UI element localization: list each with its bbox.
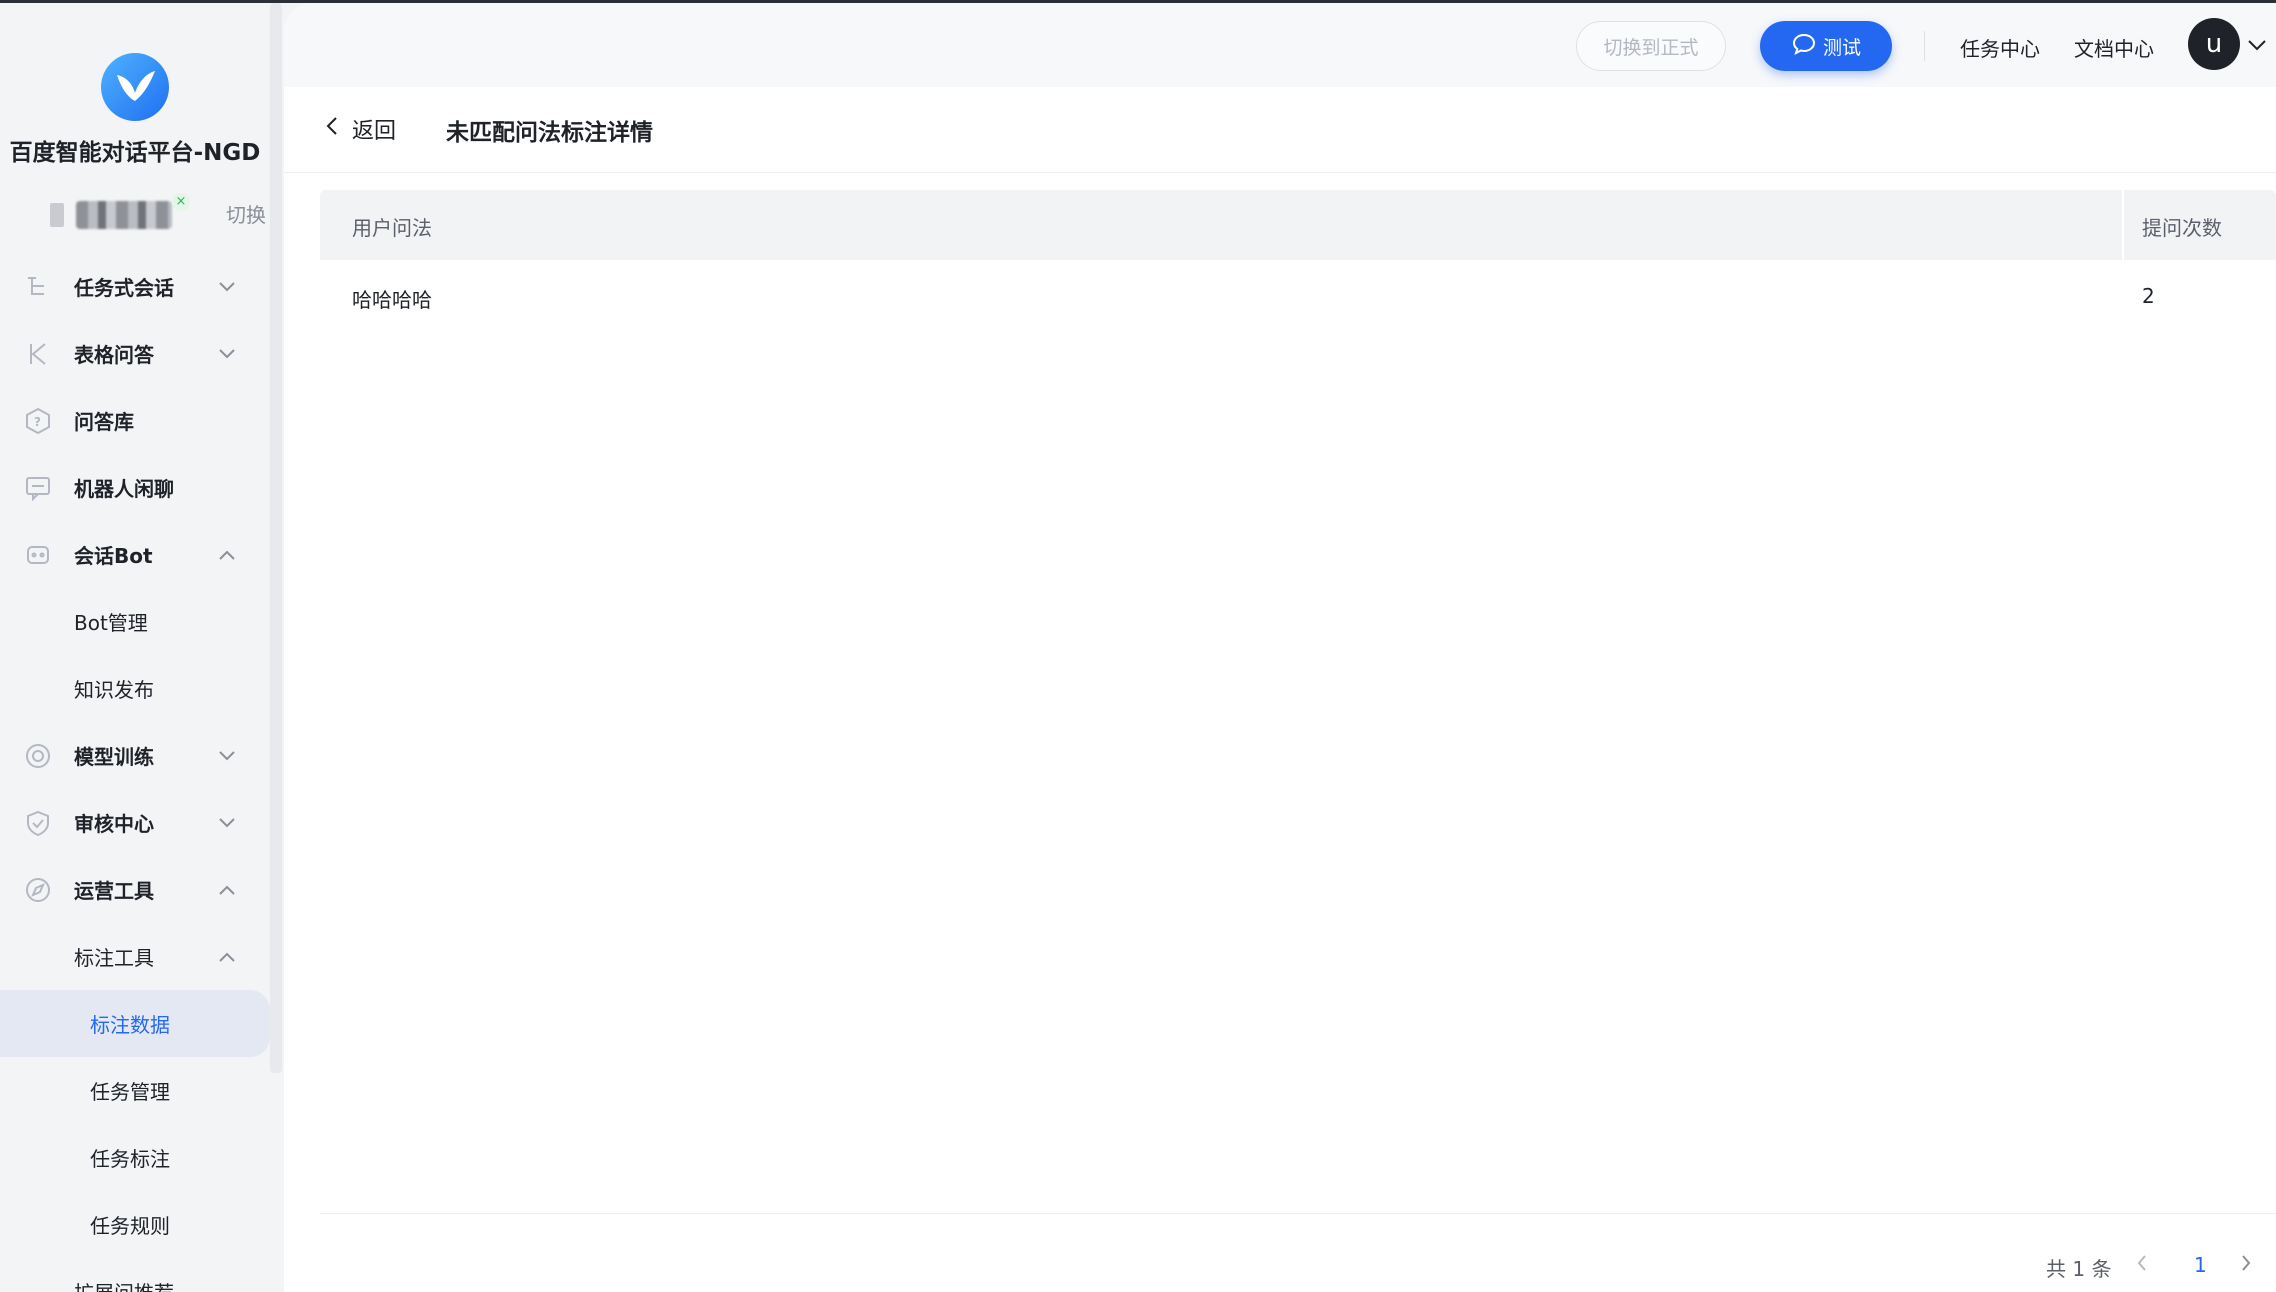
chevron-down-icon [218,278,236,296]
back-button[interactable]: 返回 [326,113,396,145]
column-divider[interactable] [2122,190,2124,260]
shield-icon [22,807,54,839]
doc-center-link[interactable]: 文档中心 [2074,33,2154,62]
sidebar-item-task-dialog[interactable]: 任务式会话 [0,253,270,320]
sidebar-item-ops-tools[interactable]: 运营工具 [0,856,270,923]
test-button[interactable]: 测试 [1760,21,1892,71]
footer-divider [320,1213,2276,1214]
target-icon [22,740,54,772]
sidebar-item-label: 任务式会话 [74,276,174,300]
sidebar-item-table-qa[interactable]: 表格问答 [0,320,270,387]
pagination-total: 共 1 条 [2046,1257,2112,1281]
question-icon: ? [22,405,54,437]
sidebar-item-label: 会话Bot [74,544,153,568]
sidebar-item-label: 扩展问推荐 [74,1277,174,1292]
chevron-down-icon [218,345,236,363]
sidebar: 百度智能对话平台-NGD × 切换 任务式会话 表格问答 ? 问答库 机器人闲聊… [0,3,284,1292]
app-name: 百度智能对话平台-NGD [9,140,261,166]
switch-env-button[interactable]: 切换到正式 [1576,21,1726,71]
cell-user-question: 哈哈哈哈 [352,288,432,312]
sidebar-item-label: 审核中心 [74,812,154,836]
sidebar-item-label: 任务管理 [90,1080,170,1104]
chevron-down-icon [218,814,236,832]
sidebar-item-label: 机器人闲聊 [74,477,174,501]
chevron-down-icon [218,747,236,765]
table-header: 用户问法 提问次数 [320,190,2276,260]
top-header: 切换到正式 测试 任务中心 文档中心 u [284,3,2276,87]
sidebar-item-dialog-bot[interactable]: 会话Bot [0,521,270,588]
sidebar-item-chitchat[interactable]: 机器人闲聊 [0,454,270,521]
main-panel: 切换到正式 测试 任务中心 文档中心 u 返回 未匹配问法标注详情 用户问法 提… [284,3,2276,1292]
chat-icon [22,472,54,504]
column-header-ask-count: 提问次数 [2142,216,2222,240]
k-icon [22,338,54,370]
header-divider [1924,31,1925,61]
chevron-up-icon [218,546,236,564]
test-button-label: 测试 [1822,36,1861,59]
sidebar-item-label: 表格问答 [74,343,154,367]
sidebar-item-task-management[interactable]: 任务管理 [0,1057,270,1124]
page-titlebar: 返回 未匹配问法标注详情 [284,87,2276,173]
compass-icon [22,874,54,906]
questions-table: 用户问法 提问次数 哈哈哈哈 2 [320,190,2276,330]
avatar[interactable]: u [2188,18,2240,70]
bird-logo-icon [101,53,169,121]
chevron-down-icon[interactable] [2248,36,2266,55]
sidebar-item-label: Bot管理 [74,611,148,635]
table-row[interactable]: 哈哈哈哈 2 [320,260,2276,330]
sidebar-item-label: 问答库 [74,410,134,434]
sidebar-item-annotation-tools[interactable]: 标注工具 [0,923,270,990]
sidebar-scrollbar[interactable] [270,3,282,1073]
pagination-next-icon[interactable] [2240,1253,2252,1277]
sidebar-item-label: 任务规则 [90,1214,170,1238]
task-center-link[interactable]: 任务中心 [1960,33,2040,62]
robot-icon [22,539,54,571]
chevron-up-icon [218,881,236,899]
pagination-page-1[interactable]: 1 [2194,1253,2207,1277]
account-color-bar [50,203,64,227]
chat-bubble-icon [1791,32,1817,61]
sidebar-item-label: 标注工具 [74,946,154,970]
account-name-redacted [76,201,172,229]
close-badge-icon[interactable]: × [172,193,190,211]
sidebar-item-qa-library[interactable]: ? 问答库 [0,387,270,454]
sidebar-menu: 任务式会话 表格问答 ? 问答库 机器人闲聊 会话Bot Bot管理 知识发布 … [0,253,270,1292]
sidebar-item-label: 任务标注 [90,1147,170,1171]
column-header-user-question: 用户问法 [352,216,432,240]
switch-account-link[interactable]: 切换 [226,199,266,228]
sidebar-item-label: 模型训练 [74,745,154,769]
sidebar-item-label: 标注数据 [90,1013,170,1037]
account-switcher: × 切换 [0,193,270,233]
back-label: 返回 [352,119,397,144]
sidebar-item-label: 运营工具 [74,879,154,903]
pagination-prev-icon[interactable] [2136,1253,2148,1277]
sidebar-item-knowledge-publish[interactable]: 知识发布 [0,655,270,722]
sidebar-item-bot-management[interactable]: Bot管理 [0,588,270,655]
sidebar-item-annotation-data[interactable]: 标注数据 [0,990,270,1057]
sidebar-item-task-rules[interactable]: 任务规则 [0,1191,270,1258]
chevron-left-icon [326,116,338,142]
tree-icon [22,271,54,303]
sidebar-item-review-center[interactable]: 审核中心 [0,789,270,856]
chevron-up-icon [218,948,236,966]
sidebar-item-label: 知识发布 [74,678,154,702]
sidebar-item-model-training[interactable]: 模型训练 [0,722,270,789]
svg-text:?: ? [34,415,41,429]
brand: 百度智能对话平台-NGD [0,53,270,167]
sidebar-item-extended-question[interactable]: 扩展问推荐 [0,1258,270,1292]
cell-ask-count: 2 [2142,284,2155,308]
sidebar-item-task-annotation[interactable]: 任务标注 [0,1124,270,1191]
page-title: 未匹配问法标注详情 [446,120,653,146]
